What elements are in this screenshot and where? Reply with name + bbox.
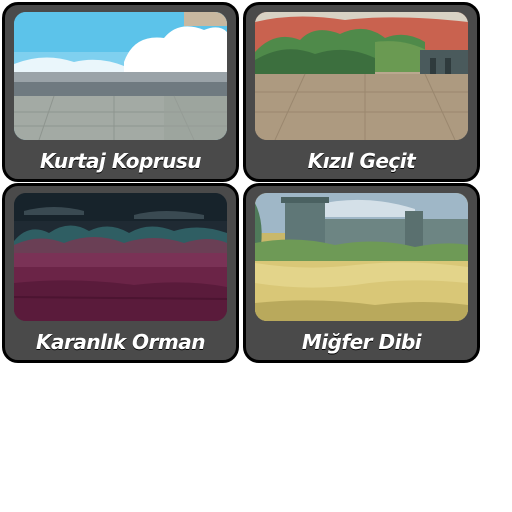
stage-thumbnail bbox=[14, 12, 227, 140]
stage-name: Kızıl Geçit bbox=[307, 149, 416, 173]
stage-name: Kurtaj Koprusu bbox=[39, 149, 202, 173]
stage-name: Karanlık Orman bbox=[35, 330, 206, 354]
stage-select-grid: Kurtaj Koprusu Kızıl Geçit Karanlık Orma… bbox=[0, 0, 482, 364]
stage-card-kurtaj-koprusu[interactable]: Kurtaj Koprusu bbox=[2, 2, 239, 182]
stage-name: Miğfer Dibi bbox=[301, 330, 422, 354]
stage-card-kizil-gecit[interactable]: Kızıl Geçit bbox=[243, 2, 480, 182]
stage-thumbnail bbox=[14, 193, 227, 321]
stage-card-karanlik-orman[interactable]: Karanlık Orman bbox=[2, 183, 239, 363]
stage-thumbnail bbox=[255, 12, 468, 140]
stage-card-mifer-dibi[interactable]: Miğfer Dibi bbox=[243, 183, 480, 363]
stage-thumbnail bbox=[255, 193, 468, 321]
